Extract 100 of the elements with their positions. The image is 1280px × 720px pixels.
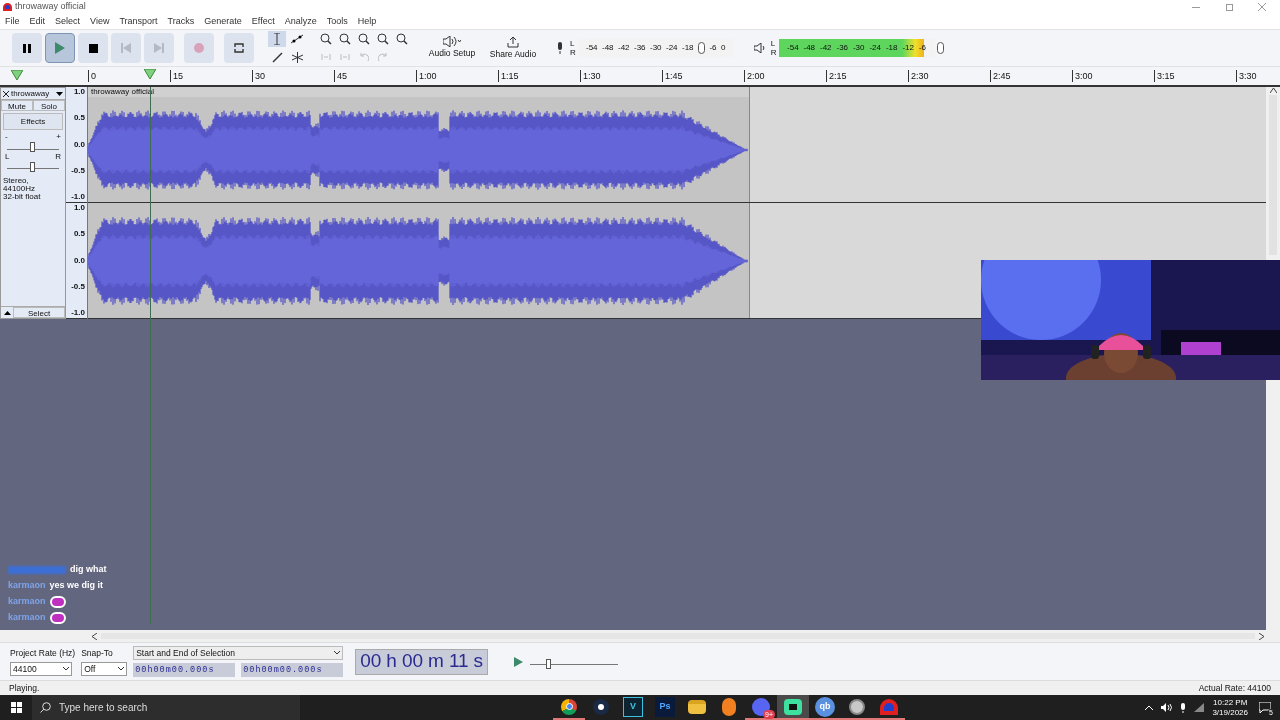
amplitude-label: -1.0: [71, 193, 85, 201]
skip-start-icon: [121, 43, 131, 53]
slider-thumb[interactable]: [698, 42, 705, 54]
browser-icon: [561, 698, 577, 715]
loop-button[interactable]: [224, 33, 254, 63]
menu-item[interactable]: Tools: [326, 14, 348, 29]
chat-username: karmaon: [8, 578, 46, 592]
menu-item[interactable]: Edit: [29, 14, 46, 29]
taskbar-app[interactable]: Ps: [649, 695, 681, 720]
ruler-label: 3:00: [1072, 70, 1093, 82]
microphone-icon[interactable]: [1180, 702, 1187, 713]
chevron-down-icon: [118, 667, 125, 672]
meter-tick-label: -36: [634, 44, 646, 52]
amplitude-label: 0.0: [73, 256, 85, 265]
amplitude-label: 0.0: [73, 140, 85, 149]
zoom-button[interactable]: [318, 31, 334, 47]
track-info-text: 32-bit float: [3, 193, 42, 201]
trim-icon: [321, 52, 331, 62]
menu-item[interactable]: Analyze: [284, 14, 317, 29]
status-text: Playing.: [9, 681, 40, 695]
track-name-menu[interactable]: throwaway: [11, 87, 65, 100]
slider-thumb[interactable]: [30, 142, 35, 152]
menu-item[interactable]: File: [5, 14, 20, 29]
chevron-down-icon: [334, 651, 341, 655]
ruler-label: 3:15: [1154, 70, 1175, 82]
ruler-label: 3:30: [1236, 70, 1257, 82]
collapse-icon: [3, 310, 11, 315]
clock-date: 3/19/2026: [1212, 707, 1248, 718]
ruler-label: 2:45: [990, 70, 1011, 82]
menu-item[interactable]: Help: [357, 14, 377, 29]
amplitude-label: 0.5: [73, 114, 85, 123]
selection-mode-dropdown[interactable]: Start and End of Selection: [133, 646, 344, 660]
effects-button[interactable]: Effects: [3, 113, 63, 130]
headphones-icon: [880, 698, 898, 715]
share-audio-button[interactable]: Share Audio: [485, 31, 541, 65]
meter-tick-label: -30: [852, 44, 865, 52]
ruler-label: 1:15: [498, 70, 519, 82]
selection-end-field[interactable]: 00h00m00.000s: [241, 663, 344, 677]
taskbar-app[interactable]: V: [617, 695, 649, 720]
gain-label: -: [5, 133, 8, 140]
menu-item[interactable]: Generate: [204, 14, 242, 29]
ruler-label: 2:15: [826, 70, 847, 82]
project-rate-dropdown[interactable]: 44100: [10, 662, 72, 677]
text-cursor-icon: [274, 33, 280, 45]
slider-thumb[interactable]: [546, 658, 552, 669]
menu-item[interactable]: Transport: [119, 14, 158, 29]
channel-label: L: [770, 39, 777, 48]
chevron-down-icon: [63, 667, 69, 672]
scroll-right-icon[interactable]: [1259, 632, 1264, 640]
mute-button[interactable]: Mute: [1, 100, 33, 111]
menu-item[interactable]: Select: [55, 14, 81, 29]
emote-icon: [49, 595, 66, 608]
volume-icon[interactable]: [1161, 703, 1173, 712]
asterisk-icon: [291, 51, 303, 63]
skip-start-button[interactable]: [111, 33, 141, 63]
amplitude-label: 0.5: [73, 230, 85, 239]
menu-item[interactable]: Tracks: [167, 14, 195, 29]
microphone-icon: [556, 42, 564, 54]
menu-item[interactable]: Effect: [251, 14, 275, 29]
solo-button[interactable]: Solo: [33, 100, 65, 111]
select-button[interactable]: Select: [13, 307, 65, 318]
amplitude-label: -0.5: [71, 282, 85, 291]
zoom-button[interactable]: [375, 31, 391, 47]
taskbar-app[interactable]: [777, 695, 809, 720]
amplitude-label: 1.0: [73, 88, 85, 96]
search-field[interactable]: Type here to search: [32, 695, 300, 720]
meter-tick-label: -18: [682, 44, 694, 52]
collapse-button[interactable]: [1, 310, 13, 315]
close-track-button[interactable]: [1, 90, 11, 97]
ruler-label: 30: [252, 70, 265, 82]
selection-start-field[interactable]: 00h00m00.000s: [133, 663, 236, 677]
time-display[interactable]: 00 h 00 m 11 s: [355, 648, 489, 675]
amplitude-label: 1.0: [73, 204, 85, 212]
ruler-label: 2:00: [744, 70, 765, 82]
envelope-icon: [291, 34, 303, 44]
time-digit: 00: [360, 649, 382, 674]
amplitude-label: -0.5: [71, 166, 85, 175]
ruler-label: 1:30: [580, 70, 601, 82]
scroll-left-icon[interactable]: [92, 632, 97, 640]
time-digit: h: [386, 649, 397, 674]
zoom-button[interactable]: [337, 31, 353, 47]
headphones-icon: [3, 3, 12, 11]
magnifier-icon: [396, 33, 408, 45]
chevron-up-icon[interactable]: [1145, 705, 1154, 710]
search-icon: [40, 702, 51, 713]
slider-thumb[interactable]: [936, 42, 944, 54]
menu-item[interactable]: View: [90, 14, 110, 29]
snap-to-dropdown[interactable]: Off: [81, 662, 128, 677]
stop-button[interactable]: [78, 33, 108, 63]
scroll-up-icon[interactable]: [1269, 88, 1277, 93]
magnifier-icon: [358, 33, 370, 45]
pause-button[interactable]: [12, 33, 42, 63]
wifi-icon[interactable]: [1194, 703, 1205, 712]
magnifier-icon: [320, 33, 332, 45]
zoom-button[interactable]: [356, 31, 372, 47]
caret-icon: [56, 91, 63, 96]
ruler-label: 0: [88, 70, 96, 82]
slider-thumb[interactable]: [30, 162, 35, 172]
magnifier-icon: [377, 33, 389, 45]
zoom-button[interactable]: [394, 31, 410, 47]
